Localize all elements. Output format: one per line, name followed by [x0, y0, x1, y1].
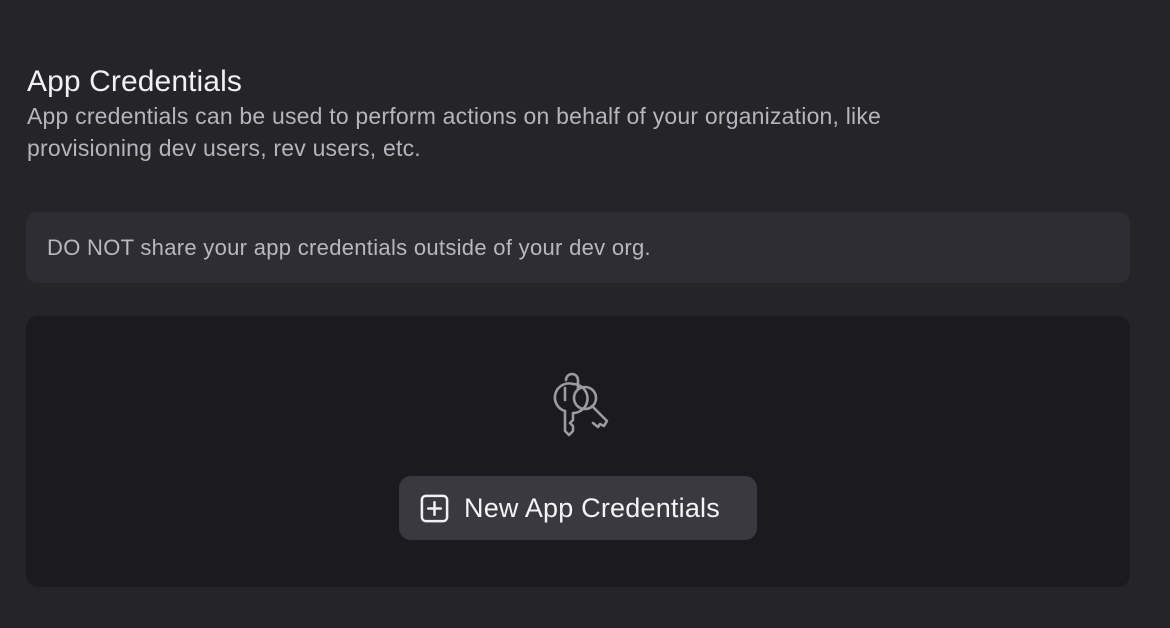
page-title: App Credentials	[27, 65, 242, 99]
plus-square-icon	[420, 494, 449, 522]
warning-banner: DO NOT share your app credentials outsid…	[26, 212, 1130, 283]
credentials-empty-state	[26, 316, 1130, 587]
page-description: App credentials can be used to perform a…	[27, 103, 882, 161]
new-app-credentials-button[interactable]: New App Credentials	[399, 476, 757, 540]
warning-text: DO NOT share your app credentials outsid…	[47, 234, 651, 260]
new-app-credentials-label: New App Credentials	[464, 493, 720, 523]
keys-icon	[553, 372, 609, 437]
